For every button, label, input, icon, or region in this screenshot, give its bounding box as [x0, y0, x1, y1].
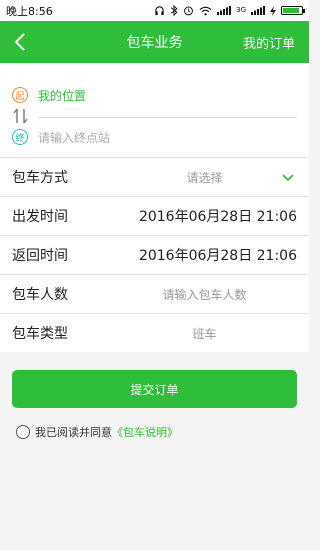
wifi-icon: [199, 6, 212, 15]
charter-mode-select[interactable]: 请选择: [100, 169, 309, 186]
start-tag: 起: [12, 87, 28, 103]
end-location-row[interactable]: 终 请输入终点站: [0, 122, 309, 152]
submit-order-button[interactable]: 提交订单: [12, 370, 297, 408]
status-time: 晚上8:56: [6, 4, 53, 18]
signal-icon: [217, 6, 232, 15]
back-button[interactable]: [0, 21, 40, 63]
charter-mode-label: 包车方式: [12, 170, 68, 186]
app-bar: 包车业务 我的订单: [0, 21, 309, 63]
route-divider: [38, 117, 297, 118]
end-location-input[interactable]: 请输入终点站: [38, 129, 110, 146]
start-location-value: 我的位置: [38, 88, 87, 103]
charter-form: 包车方式 请选择 出发时间 2016年06月28日 21:06 返回时间 201…: [0, 157, 309, 352]
agreement-text: 我已阅读并同意: [35, 426, 112, 439]
chevron-left-icon: [14, 33, 25, 51]
passenger-count-row[interactable]: 包车人数 请输入包车人数: [0, 274, 309, 313]
chevron-down-icon[interactable]: [282, 171, 294, 183]
charter-mode-row[interactable]: 包车方式 请选择: [0, 157, 309, 196]
end-tag: 终: [12, 129, 28, 145]
battery-icon: [281, 6, 305, 15]
charter-terms-link[interactable]: 《包车说明》: [112, 424, 178, 440]
passenger-count-input[interactable]: 请输入包车人数: [100, 286, 309, 303]
headphones-icon: [155, 6, 164, 16]
return-time-value[interactable]: 2016年06月28日 21:06: [100, 245, 309, 265]
status-icons: 3G: [154, 5, 305, 16]
charter-type-label: 包车类型: [12, 326, 68, 342]
agreement-radio[interactable]: [16, 425, 30, 439]
start-location-row[interactable]: 起 我的位置: [0, 80, 309, 110]
route-panel: 起 我的位置 终 请输入终点站: [0, 63, 309, 157]
my-orders-button[interactable]: 我的订单: [243, 33, 295, 52]
bluetooth-icon: [171, 5, 178, 16]
charging-icon: [270, 5, 276, 16]
charter-type-value[interactable]: 班车: [100, 325, 309, 342]
return-time-label: 返回时间: [12, 248, 68, 264]
departure-time-value[interactable]: 2016年06月28日 21:06: [100, 206, 309, 226]
alarm-icon: [184, 6, 194, 16]
return-time-row[interactable]: 返回时间 2016年06月28日 21:06: [0, 235, 309, 274]
status-bar: 晚上8:56 3G: [0, 0, 309, 21]
departure-time-label: 出发时间: [12, 209, 68, 225]
signal-icon: [251, 6, 265, 15]
passenger-count-label: 包车人数: [12, 287, 68, 303]
charter-type-row[interactable]: 包车类型 班车: [0, 313, 309, 352]
network-type-label: 3G: [236, 6, 246, 14]
departure-time-row[interactable]: 出发时间 2016年06月28日 21:06: [0, 196, 309, 235]
agreement-row[interactable]: 我已阅读并同意 《包车说明》: [16, 424, 178, 440]
